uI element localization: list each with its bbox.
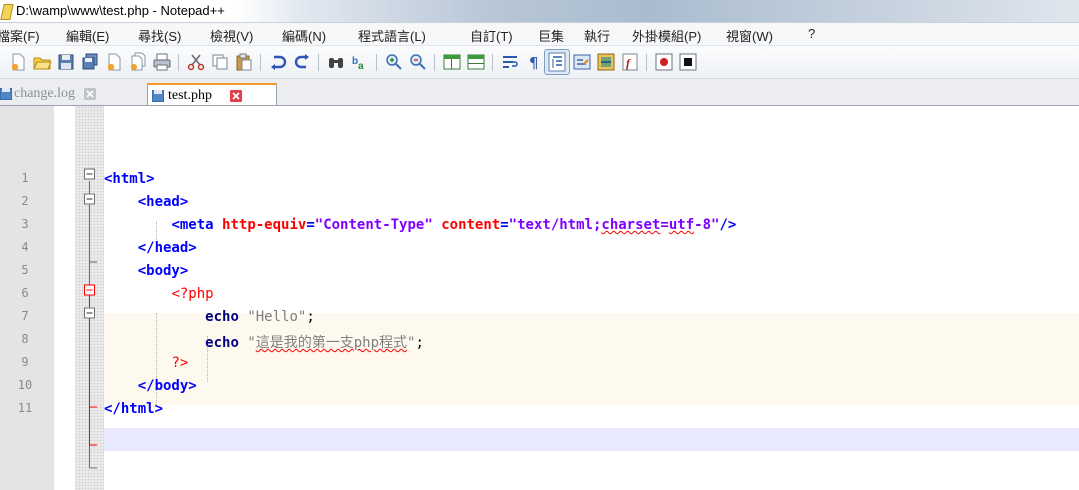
close-tab-icon[interactable]	[84, 88, 96, 100]
file-saved-icon	[151, 89, 165, 103]
toolbar: ba ¶ f	[0, 46, 1079, 79]
indent-guide-icon[interactable]	[544, 49, 570, 75]
zoom-in-icon[interactable]	[384, 52, 404, 72]
toolbar-separator	[376, 54, 377, 71]
print-icon[interactable]	[152, 52, 172, 72]
code-text: <meta http-equiv="Content-Type" content=…	[171, 217, 737, 233]
code-line: 8 echo "這是我的第一支php程式";	[0, 329, 1079, 352]
tab-label: test.php	[168, 88, 212, 103]
line-number: 3	[21, 217, 29, 231]
stop-recording-icon[interactable]	[678, 52, 698, 72]
line-number: 7	[21, 309, 29, 323]
code-line: 3 <meta http-equiv="Content-Type" conten…	[0, 214, 1079, 237]
title-bar[interactable]: D:\wamp\www\test.php - Notepad++	[0, 0, 1079, 23]
menu-language[interactable]: 程式語言(L)	[358, 26, 426, 45]
code-line: 5 <body>	[0, 260, 1079, 283]
code-text: ?>	[171, 355, 189, 371]
code-text: <?php	[171, 286, 214, 302]
toolbar-separator	[492, 54, 493, 71]
menu-run[interactable]: 執行	[584, 26, 610, 45]
redo-icon[interactable]	[292, 52, 312, 72]
tab-label: change.log	[14, 86, 76, 101]
code-text: </body>	[137, 378, 197, 394]
menu-settings[interactable]: 自訂(T)	[470, 26, 513, 45]
function-list-icon[interactable]: f	[620, 52, 640, 72]
line-number: 6	[21, 286, 29, 300]
code-text: <body>	[137, 263, 189, 279]
menu-macro[interactable]: 巨集	[538, 26, 564, 45]
cut-icon[interactable]	[186, 52, 206, 72]
word-wrap-icon[interactable]	[500, 52, 520, 72]
code-text: <head>	[104, 194, 189, 210]
menu-help[interactable]: ?	[808, 26, 815, 41]
tab-test-php[interactable]: test.php	[147, 83, 277, 107]
undo-icon[interactable]	[268, 52, 288, 72]
line-number: 10	[17, 378, 33, 392]
toolbar-separator	[646, 54, 647, 71]
html-tag: <html>	[104, 171, 155, 187]
current-line-highlight	[104, 428, 1079, 451]
line-number: 9	[21, 355, 29, 369]
code-text: </html>	[104, 401, 164, 417]
line-number: 2	[21, 194, 29, 208]
menu-edit[interactable]: 編輯(E)	[66, 26, 109, 45]
toolbar-separator	[318, 54, 319, 71]
sync-vertical-scroll-icon[interactable]	[442, 52, 462, 72]
menu-file[interactable]: 檔案(F)	[0, 26, 40, 45]
notepad-plus-plus-icon	[0, 4, 14, 20]
line-number: 4	[21, 240, 29, 254]
new-file-icon[interactable]	[8, 52, 28, 72]
head-tag: <head>	[137, 194, 189, 210]
code-editor[interactable]: 1 <html> 2 <head> 3 <meta http-equiv="Co…	[0, 105, 1079, 490]
code-line: 11 </html>	[0, 398, 1079, 421]
line-number: 1	[21, 171, 29, 185]
close-all-icon[interactable]	[128, 52, 148, 72]
close-tab-icon[interactable]	[230, 90, 242, 102]
code-line: 4 </head>	[0, 237, 1079, 260]
code-text: </head>	[137, 240, 197, 256]
menu-view[interactable]: 檢視(V)	[210, 26, 253, 45]
menu-encoding[interactable]: 編碼(N)	[282, 26, 326, 45]
paste-icon[interactable]	[234, 52, 254, 72]
code-line: 2 <head>	[0, 191, 1079, 214]
copy-icon[interactable]	[210, 52, 230, 72]
code-text: echo "Hello";	[205, 309, 315, 325]
code-text: <html>	[104, 171, 155, 187]
close-file-icon[interactable]	[104, 52, 124, 72]
toolbar-separator	[178, 54, 179, 71]
window-title: D:\wamp\www\test.php - Notepad++	[16, 3, 225, 18]
replace-icon[interactable]: ba	[350, 52, 370, 72]
line-number: 5	[21, 263, 29, 277]
code-line: 10 </body>	[0, 375, 1079, 398]
code-text: echo "這是我的第一支php程式";	[205, 335, 424, 351]
open-file-icon[interactable]	[32, 52, 52, 72]
file-saved-icon	[0, 87, 13, 101]
svg-text:¶: ¶	[529, 54, 539, 72]
zoom-out-icon[interactable]	[408, 52, 428, 72]
code-line: 7 echo "Hello";	[0, 306, 1079, 329]
svg-text:a: a	[358, 61, 364, 72]
menu-plugins[interactable]: 外掛模組(P)	[632, 26, 701, 45]
code-line: 9 ?>	[0, 352, 1079, 375]
toolbar-separator	[434, 54, 435, 71]
show-all-characters-icon[interactable]: ¶	[524, 52, 544, 72]
line-number: 8	[21, 332, 29, 346]
tab-change-log[interactable]: change.log	[0, 83, 146, 105]
document-map-icon[interactable]	[596, 52, 616, 72]
menu-bar: 檔案(F) 編輯(E) 尋找(S) 檢視(V) 編碼(N) 程式語言(L) 自訂…	[0, 23, 1079, 46]
find-icon[interactable]	[326, 52, 346, 72]
menu-window[interactable]: 視窗(W)	[726, 26, 773, 45]
sync-horizontal-scroll-icon[interactable]	[466, 52, 486, 72]
menu-search[interactable]: 尋找(S)	[138, 26, 181, 45]
code-line: 1 <html>	[0, 168, 1079, 191]
record-macro-icon[interactable]	[654, 52, 674, 72]
save-icon[interactable]	[56, 52, 76, 72]
toolbar-separator	[260, 54, 261, 71]
save-all-icon[interactable]	[80, 52, 100, 72]
line-number: 11	[17, 401, 33, 415]
user-defined-language-icon[interactable]	[572, 52, 592, 72]
code-line: 6 <?php	[0, 283, 1079, 306]
